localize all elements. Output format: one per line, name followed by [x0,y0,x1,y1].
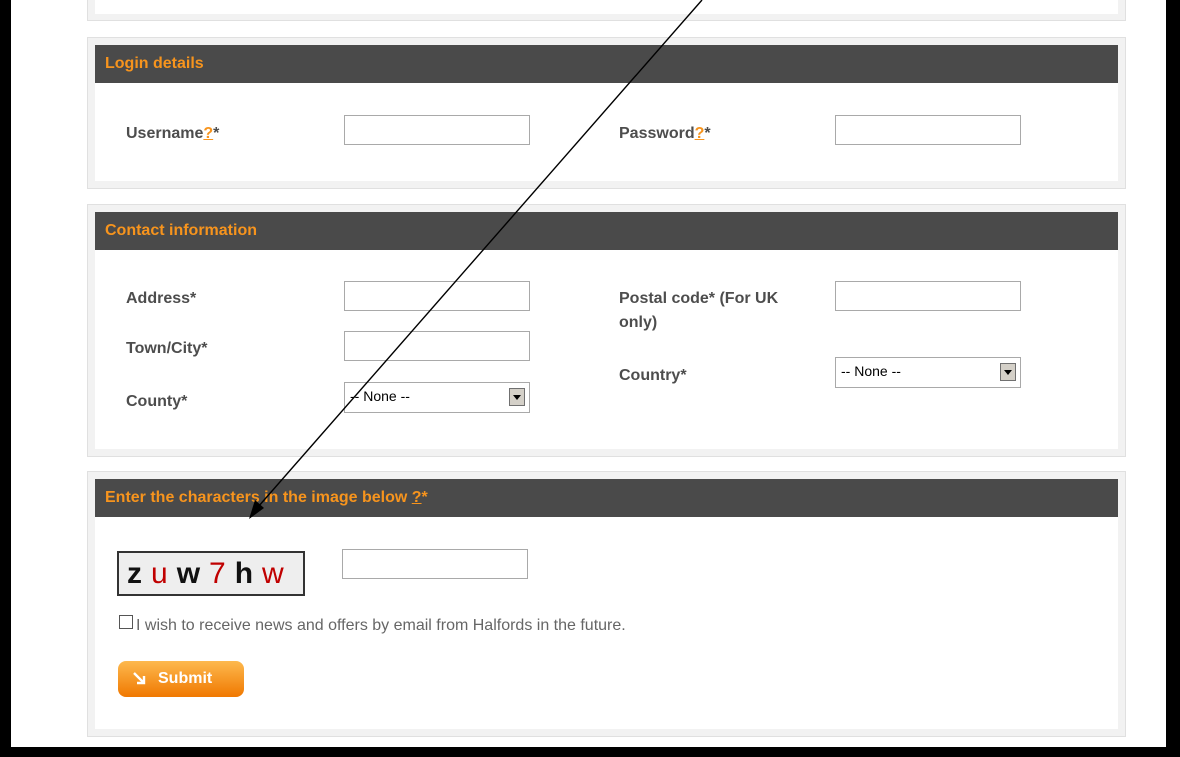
annotation-arrow [249,0,703,519]
annotation-arrow-line [257,0,703,508]
